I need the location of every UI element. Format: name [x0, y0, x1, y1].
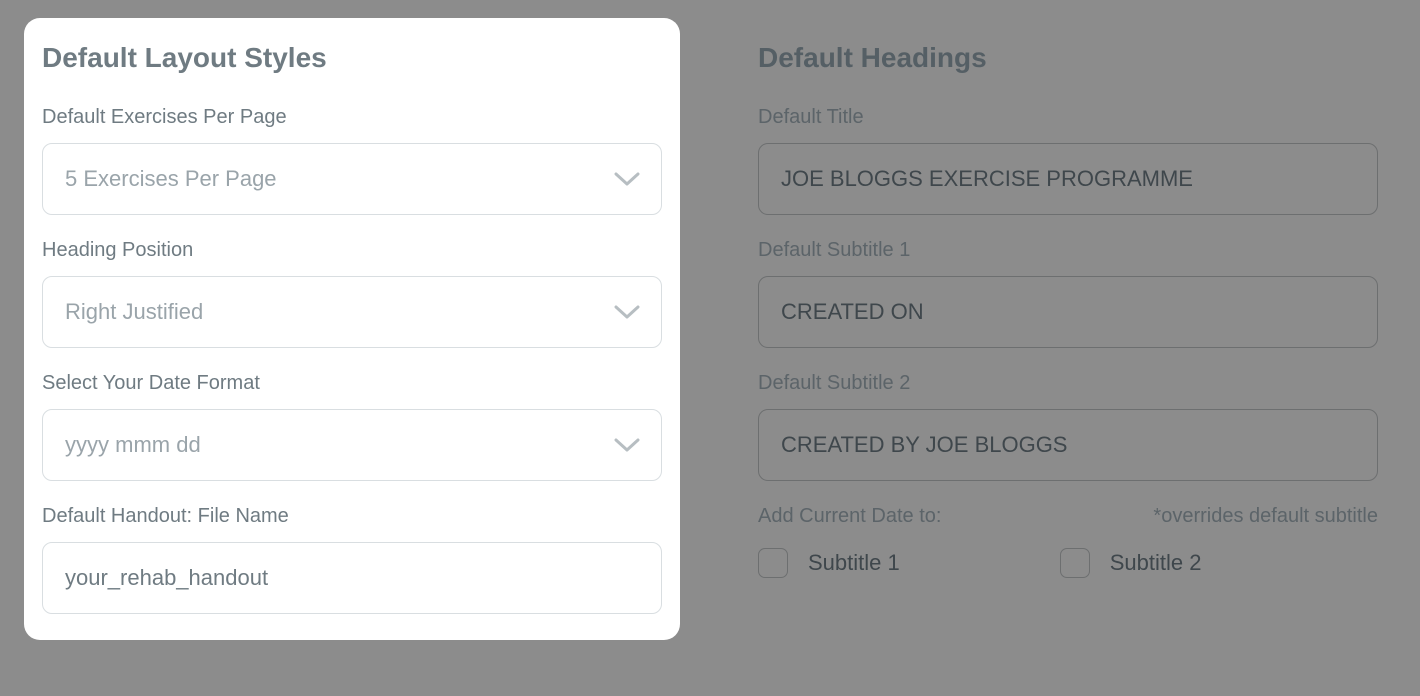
exercises-per-page-value: 5 Exercises Per Page — [42, 143, 662, 215]
panel-title-layout: Default Layout Styles — [42, 42, 662, 74]
subtitle2-checkbox-label: Subtitle 2 — [1110, 550, 1202, 576]
subtitle2-checkbox[interactable] — [1060, 548, 1090, 578]
default-title-label: Default Title — [758, 106, 1378, 129]
date-format-label: Select Your Date Format — [42, 372, 662, 395]
overrides-note: *overrides default subtitle — [1153, 505, 1378, 528]
panel-title-headings: Default Headings — [758, 42, 1378, 74]
subtitle2-label: Default Subtitle 2 — [758, 372, 1378, 395]
heading-position-label: Heading Position — [42, 239, 662, 262]
subtitle2-checkbox-item: Subtitle 2 — [1060, 548, 1202, 578]
subtitle1-input[interactable] — [758, 276, 1378, 348]
date-format-group: Select Your Date Format yyyy mmm dd — [42, 372, 662, 481]
handout-filename-group: Default Handout: File Name — [42, 505, 662, 614]
default-title-group: Default Title — [758, 106, 1378, 215]
handout-filename-label: Default Handout: File Name — [42, 505, 662, 528]
heading-position-value: Right Justified — [42, 276, 662, 348]
subtitle2-group: Default Subtitle 2 — [758, 372, 1378, 481]
subtitle2-input[interactable] — [758, 409, 1378, 481]
subtitle1-group: Default Subtitle 1 — [758, 239, 1378, 348]
date-format-select[interactable]: yyyy mmm dd — [42, 409, 662, 481]
default-layout-styles-panel: Default Layout Styles Default Exercises … — [24, 18, 680, 640]
default-title-input[interactable] — [758, 143, 1378, 215]
default-headings-panel: Default Headings Default Title Default S… — [740, 18, 1396, 640]
subtitle1-checkbox-label: Subtitle 1 — [808, 550, 900, 576]
exercises-per-page-select[interactable]: 5 Exercises Per Page — [42, 143, 662, 215]
heading-position-group: Heading Position Right Justified — [42, 239, 662, 348]
add-date-label: Add Current Date to: — [758, 505, 941, 528]
checkbox-row: Subtitle 1 Subtitle 2 — [758, 548, 1378, 578]
heading-position-select[interactable]: Right Justified — [42, 276, 662, 348]
handout-filename-input[interactable] — [42, 542, 662, 614]
subtitle1-label: Default Subtitle 1 — [758, 239, 1378, 262]
exercises-per-page-group: Default Exercises Per Page 5 Exercises P… — [42, 106, 662, 215]
date-format-value: yyyy mmm dd — [42, 409, 662, 481]
subtitle1-checkbox-item: Subtitle 1 — [758, 548, 900, 578]
add-date-row: Add Current Date to: *overrides default … — [758, 505, 1378, 528]
exercises-per-page-label: Default Exercises Per Page — [42, 106, 662, 129]
subtitle1-checkbox[interactable] — [758, 548, 788, 578]
